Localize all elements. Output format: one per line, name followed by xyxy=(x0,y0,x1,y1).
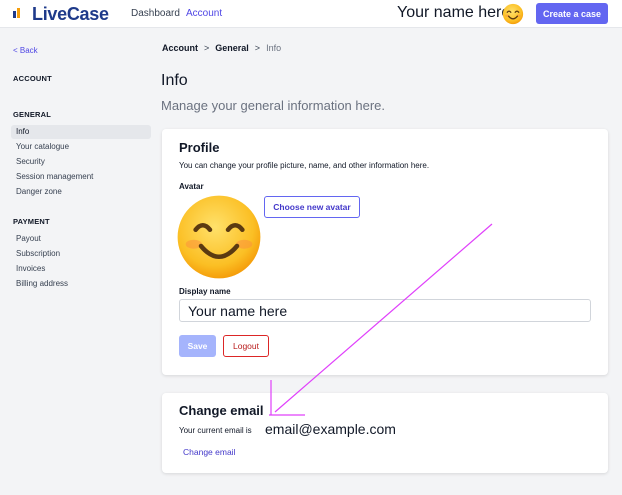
back-link[interactable]: < Back xyxy=(13,46,38,55)
choose-avatar-button[interactable]: Choose new avatar xyxy=(264,196,360,218)
profile-title: Profile xyxy=(179,140,220,155)
top-bar: LiveCase Dashboard Account Your name her… xyxy=(0,0,622,28)
sidebar-heading-payment: PAYMENT xyxy=(13,217,50,226)
page-title: Info xyxy=(161,72,188,89)
breadcrumb-general[interactable]: General xyxy=(215,43,249,53)
sidebar-item-security[interactable]: Security xyxy=(11,155,151,169)
header-user-name: Your name here xyxy=(397,4,511,21)
breadcrumb: Account > General > Info xyxy=(162,43,281,53)
logout-button[interactable]: Logout xyxy=(223,335,269,357)
nav-account[interactable]: Account xyxy=(186,8,222,19)
breadcrumb-current: Info xyxy=(266,43,282,53)
sidebar-item-sessions[interactable]: Session management xyxy=(11,170,151,184)
change-email-title: Change email xyxy=(179,403,264,418)
sidebar-item-subscription[interactable]: Subscription xyxy=(11,247,151,261)
smiling-face-icon[interactable] xyxy=(502,3,524,25)
profile-description: You can change your profile picture, nam… xyxy=(179,161,430,170)
change-email-link[interactable]: Change email xyxy=(183,447,235,457)
create-case-button[interactable]: Create a case xyxy=(536,3,608,24)
profile-card: Profile You can change your profile pict… xyxy=(162,129,608,375)
smiling-face-icon xyxy=(177,195,261,279)
sidebar-item-payout[interactable]: Payout xyxy=(11,232,151,246)
page-subtitle: Manage your general information here. xyxy=(161,98,386,113)
breadcrumb-separator: > xyxy=(204,43,210,53)
sidebar-item-invoices[interactable]: Invoices xyxy=(11,262,151,276)
avatar-label: Avatar xyxy=(179,182,204,191)
current-email-value: email@example.com xyxy=(265,421,396,437)
sidebar-item-billing-address[interactable]: Billing address xyxy=(11,277,151,291)
current-email-label: Your current email is xyxy=(179,426,252,435)
breadcrumb-account[interactable]: Account xyxy=(162,43,198,53)
change-email-card: Change email Your current email is email… xyxy=(162,393,608,473)
breadcrumb-separator: > xyxy=(254,43,261,53)
save-button[interactable]: Save xyxy=(179,335,216,357)
nav-dashboard[interactable]: Dashboard xyxy=(131,8,180,19)
sidebar-heading-general: GENERAL xyxy=(13,110,52,119)
livecase-logo-icon[interactable] xyxy=(13,8,25,18)
sidebar-item-danger-zone[interactable]: Danger zone xyxy=(11,185,151,199)
sidebar-item-info[interactable]: Info xyxy=(11,125,151,139)
display-name-label: Display name xyxy=(179,287,231,296)
sidebar-item-catalogue[interactable]: Your catalogue xyxy=(11,140,151,154)
sidebar-heading-account: ACCOUNT xyxy=(13,74,52,83)
display-name-input[interactable] xyxy=(179,299,591,322)
brand-name[interactable]: LiveCase xyxy=(32,4,109,25)
